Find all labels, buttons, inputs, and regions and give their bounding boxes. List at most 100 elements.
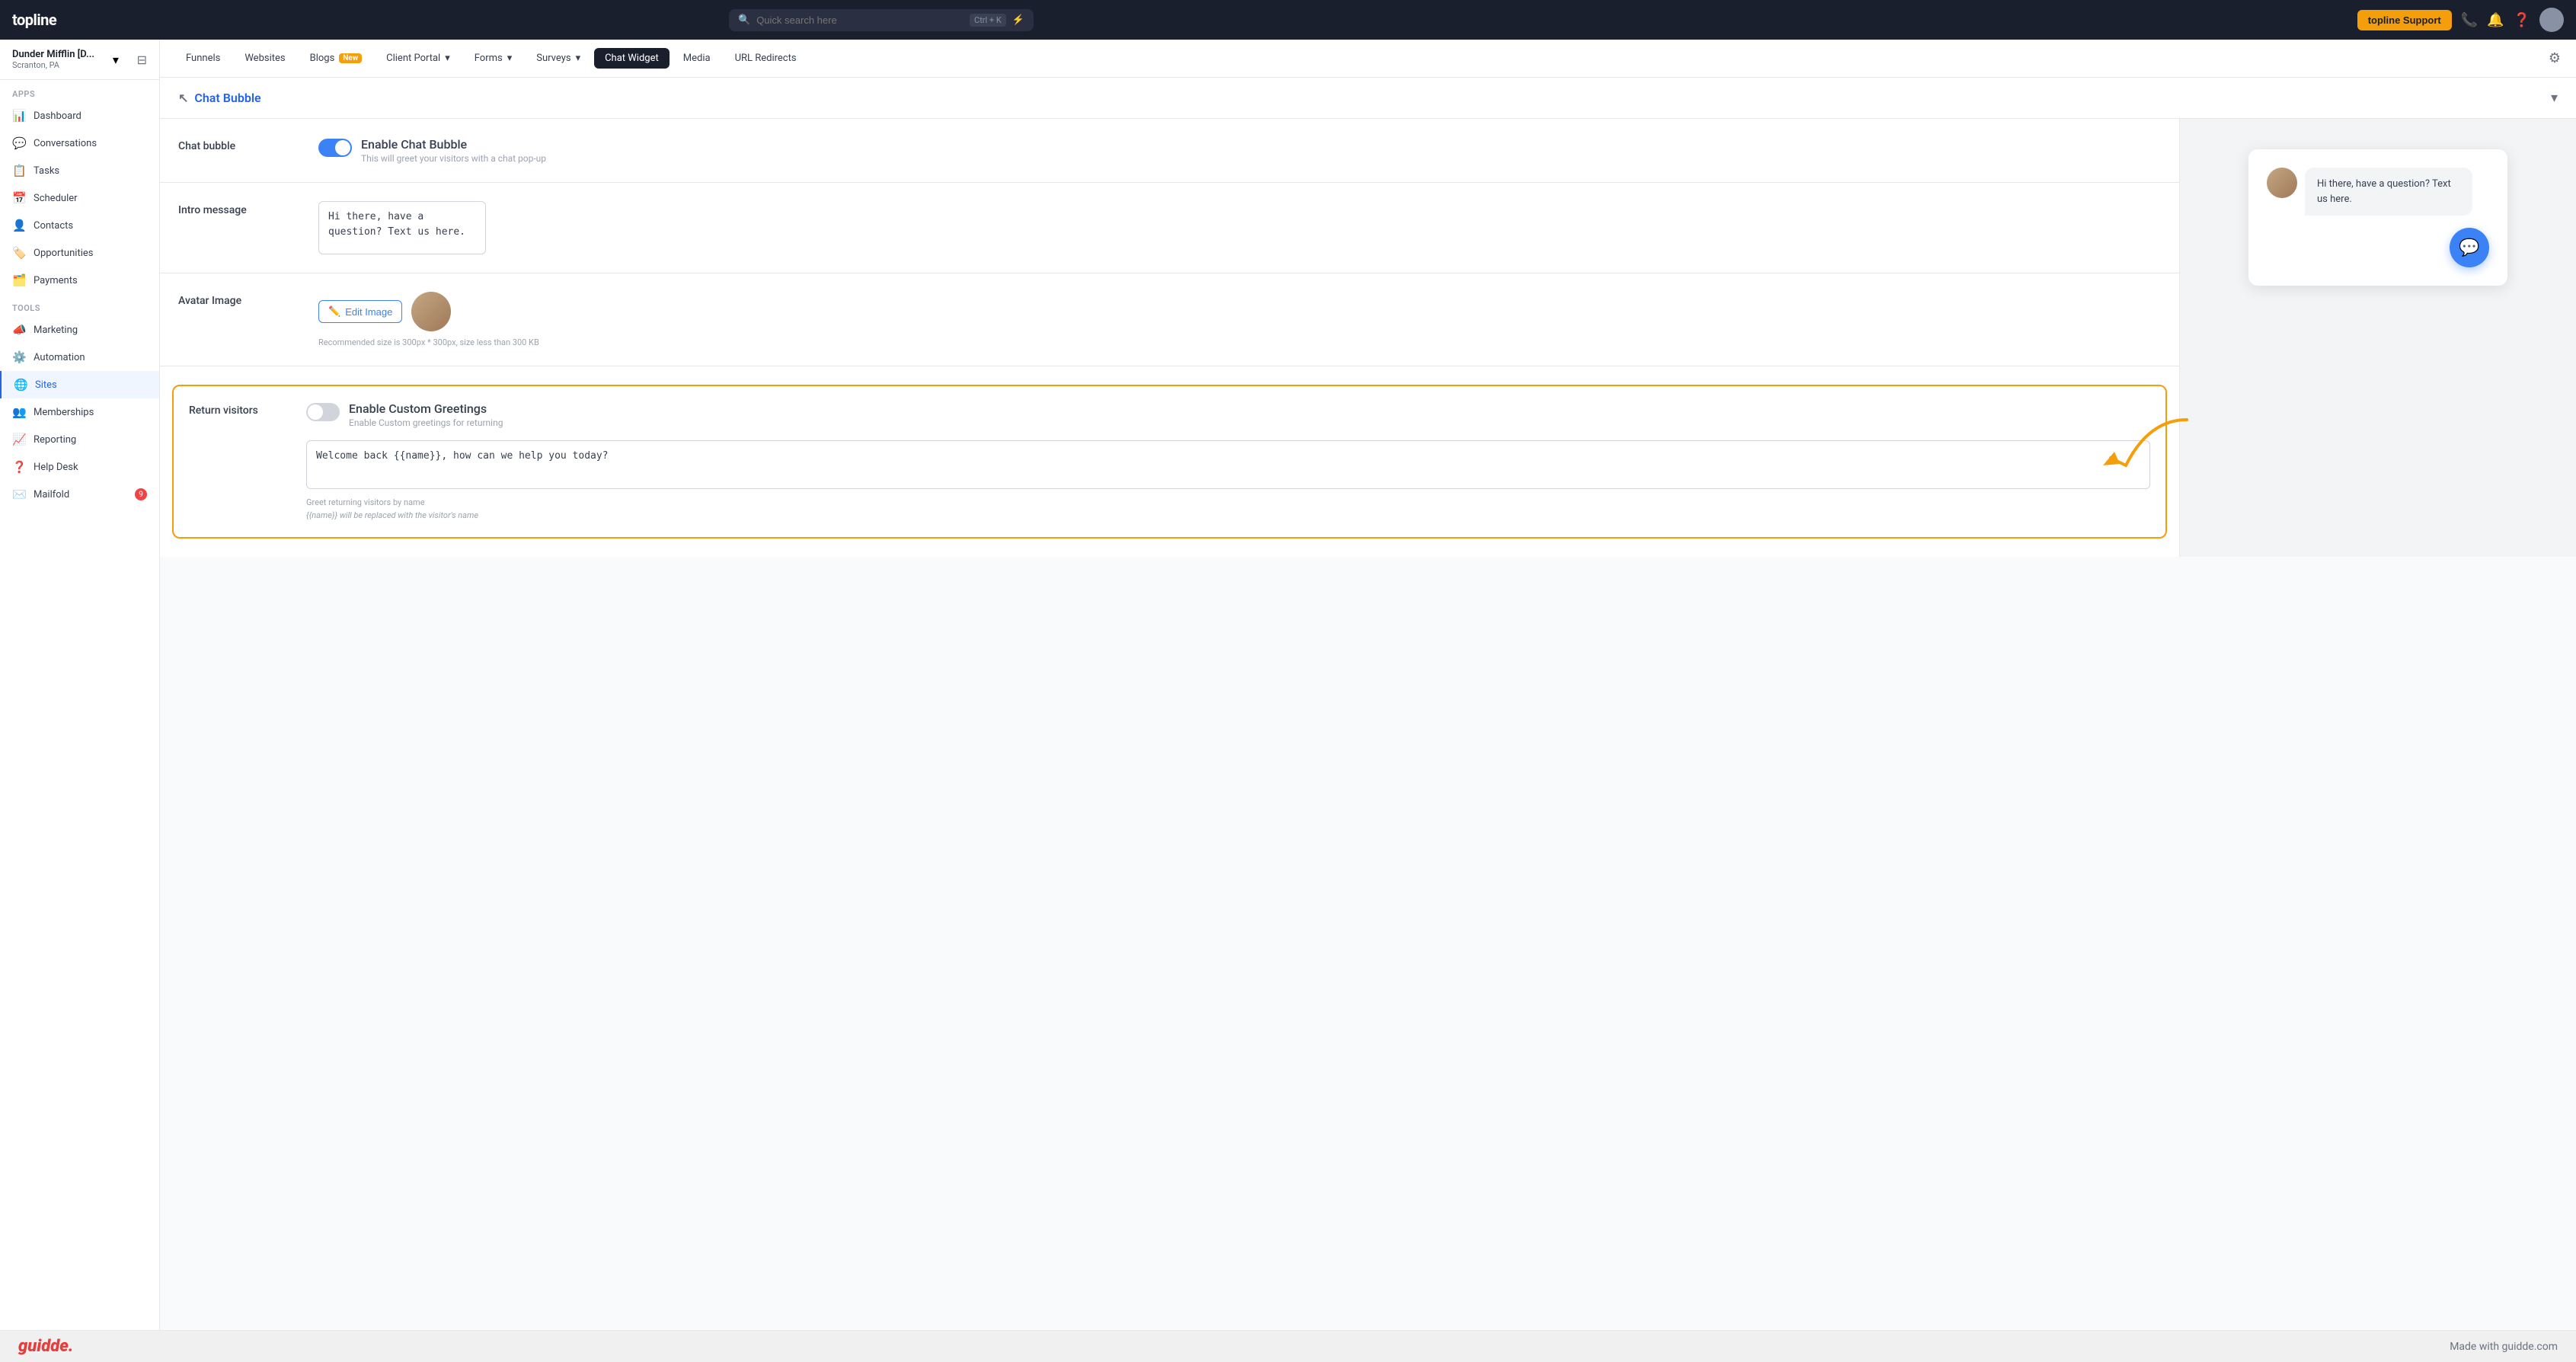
main-content: ↖ Chat Bubble ▾ Chat bubble Enable Chat … (160, 78, 2576, 1330)
sidebar-item-sites[interactable]: 🌐 Sites (0, 371, 159, 398)
tab-surveys[interactable]: Surveys ▾ (526, 48, 591, 69)
section-title: ↖ Chat Bubble (178, 91, 261, 105)
content-area: Chat bubble Enable Chat Bubble This will… (160, 119, 2576, 557)
return-visitors-highlighted: Return visitors Enable Custom Greetings … (172, 385, 2167, 539)
sidebar-item-reporting[interactable]: 📈 Reporting (0, 426, 159, 453)
apps-section-label: Apps (0, 80, 159, 102)
support-button[interactable]: topline Support (2357, 10, 2452, 30)
toggle-sub: Enable Custom greetings for returning (349, 417, 503, 428)
sidebar-item-automation[interactable]: ⚙️ Automation (0, 344, 159, 371)
bottom-bar: guidde. Made with guidde.com (0, 1330, 2576, 1362)
marketing-icon: 📣 (12, 323, 26, 337)
collapse-section-icon[interactable]: ▾ (2551, 90, 2558, 106)
toggle-sub: This will greet your visitors with a cha… (361, 153, 546, 164)
back-arrow-icon[interactable]: ↖ (178, 91, 188, 105)
toggle-knob (335, 140, 350, 155)
sidebar: Dunder Mifflin [D... Scranton, PA ▾ ⊟ Ap… (0, 40, 160, 1330)
return-visitors-textarea[interactable]: Welcome back {{name}}, how can we help y… (306, 440, 2150, 489)
toggle-title: Enable Chat Bubble (361, 137, 546, 152)
tab-client-portal[interactable]: Client Portal ▾ (376, 48, 461, 69)
tab-funnels[interactable]: Funnels (175, 48, 231, 69)
chevron-down-icon: ▾ (113, 53, 119, 67)
return-visitors-section: Return visitors Enable Custom Greetings … (160, 366, 2179, 557)
avatar[interactable] (2539, 8, 2564, 32)
intro-message-content: Hi there, have a question? Text us here. (318, 201, 2161, 254)
chat-fab-button[interactable]: 💬 (2450, 228, 2489, 267)
sidebar-item-dashboard[interactable]: 📊 Dashboard (0, 102, 159, 129)
contacts-icon: 👤 (12, 219, 26, 232)
mailfold-badge: 9 (135, 488, 147, 500)
sidebar-item-label: Memberships (34, 407, 94, 418)
sidebar-item-scheduler[interactable]: 📅 Scheduler (0, 184, 159, 212)
sidebar-item-marketing[interactable]: 📣 Marketing (0, 316, 159, 344)
tab-forms[interactable]: Forms ▾ (464, 48, 523, 69)
enable-chat-bubble-toggle[interactable] (318, 139, 352, 157)
search-bar[interactable]: 🔍 Ctrl + K ⚡ (729, 9, 1034, 31)
tab-websites[interactable]: Websites (234, 48, 296, 69)
sites-icon: 🌐 (14, 378, 27, 392)
sidebar-item-label: Opportunities (34, 248, 93, 259)
sidebar-item-label: Mailfold (34, 489, 69, 500)
return-visitors-label: Return visitors (189, 401, 288, 417)
opportunities-icon: 🏷️ (12, 246, 26, 260)
tab-url-redirects[interactable]: URL Redirects (724, 48, 807, 69)
tools-section-label: Tools (0, 294, 159, 316)
toggle-knob (308, 404, 323, 420)
return-visitors-inner: Return visitors Enable Custom Greetings … (189, 401, 2150, 522)
avatar-hint: Recommended size is 300px * 300px, size … (318, 337, 539, 347)
sidebar-item-helpdesk[interactable]: ❓ Help Desk (0, 453, 159, 481)
sidebar-item-payments[interactable]: 🗂️ Payments (0, 267, 159, 294)
chat-bubble-row: Chat bubble Enable Chat Bubble This will… (160, 119, 2179, 183)
scheduler-icon: 📅 (12, 191, 26, 205)
chat-bubble-label: Chat bubble (178, 137, 300, 152)
sidebar-item-memberships[interactable]: 👥 Memberships (0, 398, 159, 426)
phone-icon[interactable]: 📞 (2461, 12, 2478, 28)
custom-greetings-toggle[interactable] (306, 403, 340, 421)
sidebar-item-conversations[interactable]: 💬 Conversations (0, 129, 159, 157)
reporting-icon: 📈 (12, 433, 26, 446)
settings-gear-icon[interactable]: ⚙ (2549, 50, 2561, 66)
intro-message-label: Intro message (178, 201, 300, 216)
chevron-down-icon: ▾ (507, 53, 513, 64)
blogs-new-badge: New (339, 53, 362, 63)
return-visitors-helper: Greet returning visitors by name {{name}… (306, 497, 2150, 522)
search-input[interactable] (756, 14, 964, 26)
workspace-selector[interactable]: Dunder Mifflin [D... Scranton, PA ▾ ⊟ (0, 40, 159, 80)
tab-blogs[interactable]: Blogs New (299, 48, 373, 69)
tab-chat-widget[interactable]: Chat Widget (594, 48, 670, 69)
tasks-icon: 📋 (12, 164, 26, 177)
edit-image-button[interactable]: ✏️ Edit Image (318, 300, 402, 323)
intro-message-textarea[interactable]: Hi there, have a question? Text us here. (318, 201, 486, 254)
bell-icon[interactable]: 🔔 (2487, 12, 2504, 28)
avatar-image-row: Avatar Image ✏️ Edit Image Recomm (160, 273, 2179, 366)
sidebar-item-label: Help Desk (34, 462, 78, 473)
top-nav: topline 🔍 Ctrl + K ⚡ topline Support 📞 🔔… (0, 0, 2576, 40)
help-icon[interactable]: ❓ (2514, 12, 2530, 28)
sidebar-item-label: Sites (35, 379, 57, 391)
enable-chat-bubble-toggle-wrapper: Enable Chat Bubble This will greet your … (318, 137, 546, 164)
custom-greetings-text: Enable Custom Greetings Enable Custom gr… (349, 401, 503, 428)
workspace-location: Scranton, PA (12, 60, 94, 70)
search-icon: 🔍 (738, 14, 750, 26)
sidebar-item-label: Automation (34, 352, 85, 363)
sidebar-item-label: Tasks (34, 165, 59, 177)
chat-message-bubble: Hi there, have a question? Text us here. (2267, 168, 2472, 216)
tab-media[interactable]: Media (673, 48, 721, 69)
arrow-annotation (2080, 404, 2187, 481)
sidebar-item-contacts[interactable]: 👤 Contacts (0, 212, 159, 239)
chat-fab-icon: 💬 (2459, 238, 2479, 257)
chat-bubble-content: Enable Chat Bubble This will greet your … (318, 137, 2161, 164)
automation-icon: ⚙️ (12, 350, 26, 364)
nav-actions: topline Support 📞 🔔 ❓ (2357, 8, 2564, 32)
preview-panel: Hi there, have a question? Text us here.… (2180, 119, 2576, 557)
avatar-image-label: Avatar Image (178, 292, 300, 307)
sidebar-item-mailfold[interactable]: ✉️ Mailfold 9 (0, 481, 159, 508)
sidebar-item-tasks[interactable]: 📋 Tasks (0, 157, 159, 184)
sidebar-item-opportunities[interactable]: 🏷️ Opportunities (0, 239, 159, 267)
lightning-icon: ⚡ (1012, 14, 1024, 26)
toggle-title: Enable Custom Greetings (349, 401, 503, 416)
sidebar-item-label: Marketing (34, 325, 78, 336)
sidebar-collapse-icon[interactable]: ⊟ (137, 53, 147, 67)
helpdesk-icon: ❓ (12, 460, 26, 474)
toggle-text-block: Enable Chat Bubble This will greet your … (361, 137, 546, 164)
